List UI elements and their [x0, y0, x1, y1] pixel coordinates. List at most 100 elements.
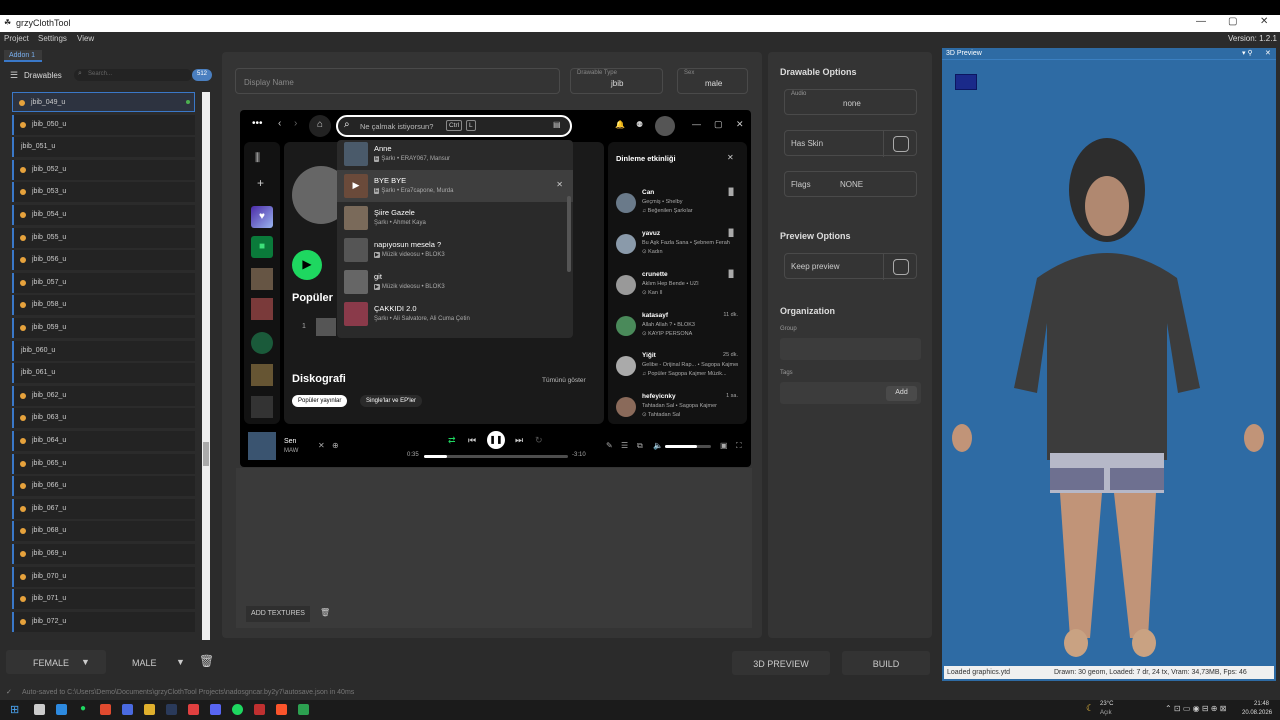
drawable-list-item[interactable]: jbib_051_u — [12, 137, 195, 158]
next-icon[interactable]: ⏭ — [515, 435, 523, 446]
spotify-minimize-icon[interactable]: — — [692, 119, 701, 129]
repeat-icon[interactable]: ↻ — [535, 435, 543, 446]
drawable-list-item[interactable]: jbib_052_u — [12, 159, 195, 180]
dropdown-scrollbar[interactable] — [567, 196, 571, 272]
preview-close-icon[interactable]: ✕ — [1265, 49, 1271, 57]
search-result-item[interactable]: napıyosun mesela ? ▶ Müzik videosu • BLOK3 — [337, 234, 573, 266]
fullscreen-icon[interactable]: ⛶ — [736, 441, 742, 451]
tab-addon-1[interactable]: Addon 1 — [4, 50, 42, 62]
spotify-close-icon[interactable]: ✕ — [736, 119, 744, 130]
search-taskbar-icon[interactable] — [34, 704, 45, 715]
female-dropdown[interactable]: FEMALE ▼ — [6, 650, 106, 674]
playlist-thumb[interactable] — [251, 332, 273, 354]
friend-activity-item[interactable]: Can Geçmiş • Shelby ♫ Beğenilen Şarkılar ▐▌ — [616, 189, 740, 225]
chip-singles[interactable]: Single'lar ve EP'ler — [360, 395, 422, 407]
drawable-list-item[interactable]: jbib_062_u — [12, 385, 195, 406]
avatar[interactable] — [616, 275, 636, 295]
menu-project[interactable]: Project — [4, 34, 29, 43]
drawable-list-item[interactable]: jbib_071_u — [12, 589, 195, 610]
start-icon[interactable]: ⊞ — [10, 703, 19, 716]
friend-activity-item[interactable]: Yiğit Gelibe - Orijinal Rap... • Sagopa K… — [616, 352, 740, 388]
queue-icon[interactable]: ☰ — [621, 441, 628, 450]
avatar[interactable] — [655, 116, 675, 136]
friend-activity-item[interactable]: katasayf Allah Allah ? • BLOK3 ⊙ KAYIP PER… — [616, 312, 740, 348]
explorer-taskbar-icon[interactable] — [144, 704, 155, 715]
search-result-item[interactable]: Anne E Şarkı • ERAY067, Mansur — [337, 140, 573, 170]
spotify-search-input[interactable]: ⌕ Ne çalmak istiyorsun? Ctrl L ▤ — [336, 115, 572, 137]
now-playing-cover[interactable] — [248, 432, 276, 460]
drawable-list-item[interactable]: jbib_069_u — [12, 544, 195, 564]
volume-slider[interactable] — [665, 445, 711, 448]
add-tag-button[interactable]: Add — [886, 386, 917, 401]
has-skin-checkbox[interactable] — [893, 136, 909, 152]
drawable-list-item[interactable]: jbib_049_u — [12, 92, 195, 112]
avatar[interactable] — [616, 193, 636, 213]
drawable-list-item[interactable]: jbib_070_u — [12, 566, 195, 587]
playlist-thumb[interactable] — [251, 298, 273, 320]
avatar[interactable] — [616, 397, 636, 417]
now-playing-title[interactable]: Sen — [284, 438, 296, 445]
now-playing-view-icon[interactable]: ✎ — [606, 441, 613, 450]
close-icon[interactable]: ✕ — [1260, 16, 1268, 27]
now-playing-artist[interactable]: MAW — [284, 448, 298, 454]
drawable-list-item[interactable]: jbib_063_u — [12, 408, 195, 429]
add-textures-button[interactable]: ADD TEXTURES — [246, 606, 310, 622]
3d-preview-viewport[interactable]: Loaded graphics.ytd Drawn: 30 geom, Load… — [942, 48, 1276, 681]
drawables-scrollbar[interactable] — [202, 92, 210, 640]
male-dropdown[interactable]: MALE ▼ — [108, 650, 194, 674]
add-icon[interactable]: ⊕ — [332, 441, 339, 450]
liked-songs-icon[interactable]: ♥ — [251, 206, 273, 228]
drawable-list-item[interactable]: jbib_059_u — [12, 318, 195, 338]
friend-activity-item[interactable]: yavuz Bu Aşk Fazla Sana • Şebnem Ferah ⊙ K… — [616, 230, 740, 266]
spotify-taskbar-icon[interactable] — [232, 704, 243, 715]
friend-activity-item[interactable]: hefeyicnky Tahtadan Sal • Sagopa Kajmer ⊙ … — [616, 393, 740, 429]
discord-taskbar-icon[interactable] — [210, 704, 221, 715]
drawables-search-input[interactable]: ⌕ Search... — [74, 69, 192, 81]
drawable-list-item[interactable]: jbib_058_u — [12, 295, 195, 316]
search-result-item[interactable]: Şiire Gazele Şarkı • Ahmet Kaya — [337, 202, 573, 234]
spotify-taskbar-icon[interactable]: ● — [80, 703, 86, 714]
drawable-list-item[interactable]: jbib_067_u — [12, 498, 195, 519]
sex-select[interactable]: Sex male — [677, 68, 748, 94]
drawable-list-item[interactable]: jbib_068_u — [12, 521, 195, 542]
has-skin-toggle[interactable]: Has Skin — [784, 130, 917, 157]
app-taskbar-icon[interactable] — [56, 704, 67, 715]
3d-preview-button[interactable]: 3D PREVIEW — [732, 651, 830, 675]
drawable-list-item[interactable]: jbib_054_u — [12, 205, 195, 225]
maximize-icon[interactable]: ▢ — [1228, 16, 1237, 27]
steam-taskbar-icon[interactable] — [166, 704, 177, 715]
friend-activity-item[interactable]: crunette Aklım Hep Bende • UZI ⊙ Kan II ▐▌ — [616, 271, 740, 307]
drawable-list-item[interactable]: jbib_055_u — [12, 227, 195, 248]
play-button[interactable]: ▶ — [292, 250, 322, 280]
show-all-link[interactable]: Tümünü göster — [542, 377, 586, 384]
volume-icon[interactable]: 🔈 — [653, 441, 663, 450]
scrollbar-thumb[interactable] — [203, 442, 209, 466]
chrome-taskbar-icon[interactable] — [100, 704, 111, 715]
drawable-list-item[interactable]: jbib_072_u — [12, 611, 195, 632]
playlist-thumb[interactable] — [251, 364, 273, 386]
forward-icon[interactable]: › — [294, 118, 297, 129]
keep-preview-checkbox[interactable] — [893, 259, 909, 275]
drawable-list-item[interactable]: jbib_053_u — [12, 182, 195, 203]
device-icon[interactable]: ⧉ — [637, 441, 643, 451]
pause-button[interactable]: ❚❚ — [487, 431, 505, 449]
miniplayer-icon[interactable]: ▣ — [720, 441, 728, 450]
avatar[interactable] — [616, 316, 636, 336]
shuffle-icon[interactable]: ⇄ — [448, 435, 456, 446]
app-taskbar-icon[interactable] — [254, 704, 265, 715]
brave-taskbar-icon[interactable] — [276, 704, 287, 715]
minimize-icon[interactable]: — — [1196, 16, 1206, 27]
drawable-list-item[interactable]: jbib_061_u — [12, 363, 195, 384]
saved-episodes-icon[interactable]: ■ — [251, 236, 273, 258]
drawable-list-item[interactable]: jbib_065_u — [12, 453, 195, 474]
more-icon[interactable]: ••• — [252, 118, 263, 129]
back-icon[interactable]: ‹ — [278, 118, 281, 129]
browse-icon[interactable]: ▤ — [553, 120, 561, 129]
audio-select[interactable]: Audio none — [784, 89, 917, 115]
close-icon[interactable]: ✕ — [727, 153, 734, 162]
weather-icon[interactable]: ☾ — [1086, 703, 1094, 714]
menu-settings[interactable]: Settings — [38, 34, 67, 43]
avatar[interactable] — [616, 234, 636, 254]
friends-icon[interactable]: ⚉ — [636, 120, 643, 129]
previous-icon[interactable]: ⏮ — [468, 435, 476, 446]
